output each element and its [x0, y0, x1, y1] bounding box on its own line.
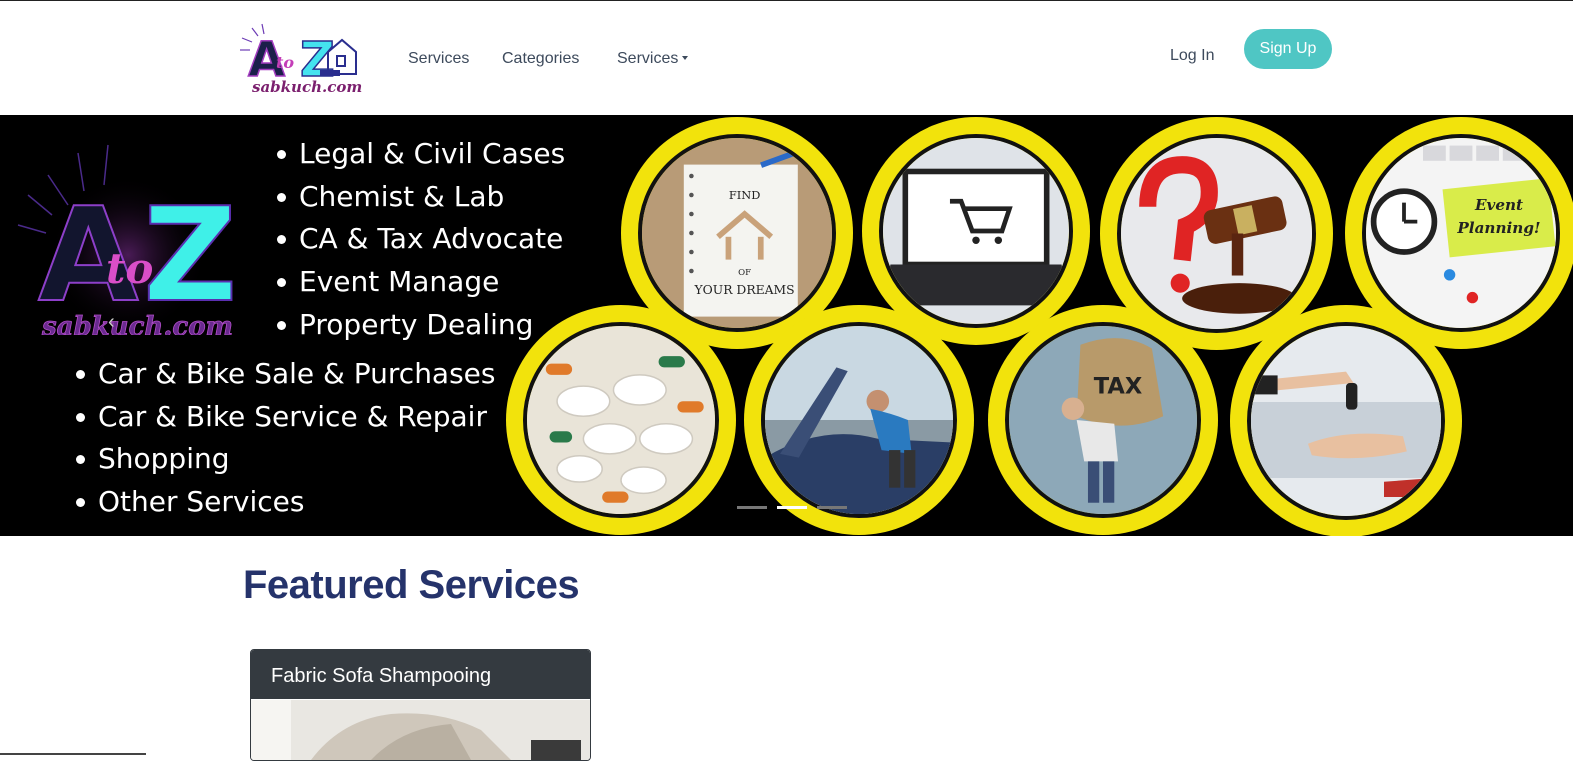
car-keys-image — [1251, 326, 1441, 516]
service-item: Legal & Civil Cases — [275, 133, 565, 176]
svg-text:Z: Z — [143, 179, 237, 331]
service-item: Shopping — [74, 438, 496, 481]
service-item: Event Manage — [275, 261, 565, 304]
site-logo[interactable]: A Z to sabkuch.com — [238, 22, 368, 96]
car-repair-image — [765, 326, 953, 514]
signup-button[interactable]: Sign Up — [1244, 29, 1332, 69]
svg-text:YOUR DREAMS: YOUR DREAMS — [694, 283, 795, 297]
featured-services-heading: Featured Services — [243, 563, 580, 607]
services-list-bottom: Car & Bike Sale & Purchases Car & Bike S… — [74, 353, 496, 524]
event-planning-image: Event Planning! — [1366, 138, 1556, 328]
service-item: Car & Bike Service & Repair — [74, 396, 496, 439]
chemist-image-circle — [506, 305, 736, 535]
hero-logo-image: A Z to sabkuch.com — [17, 144, 238, 335]
service-item: Property Dealing — [275, 304, 565, 347]
svg-text:sabkuch.com: sabkuch.com — [252, 78, 362, 96]
svg-text:OF: OF — [738, 268, 751, 278]
svg-text:to: to — [276, 53, 294, 72]
repair-image-circle — [744, 305, 974, 535]
divider — [0, 753, 146, 755]
notebook-image: FIND OF YOUR DREAMS — [642, 138, 832, 328]
service-card-title: Fabric Sofa Shampooing — [251, 650, 590, 699]
nav-services-dropdown-label: Services — [617, 50, 679, 67]
nav-categories-link[interactable]: Categories — [502, 50, 579, 68]
service-card-image — [251, 700, 590, 760]
svg-text:Event: Event — [1474, 196, 1523, 214]
caret-down-icon — [682, 56, 689, 60]
laptop-cart-image — [883, 138, 1069, 324]
service-item: Other Services — [74, 481, 496, 524]
service-item: CA & Tax Advocate — [275, 218, 565, 261]
nav-services-dropdown[interactable]: Services — [617, 50, 689, 68]
hero-carousel: A Z to sabkuch.com Legal & Civil Cases C… — [0, 115, 1573, 536]
svg-text:Planning!: Planning! — [1456, 219, 1540, 237]
services-list-top: Legal & Civil Cases Chemist & Lab CA & T… — [275, 133, 565, 347]
carousel-indicators — [737, 506, 847, 509]
service-item: Car & Bike Sale & Purchases — [74, 353, 496, 396]
service-card[interactable]: Fabric Sofa Shampooing — [250, 649, 591, 761]
tax-bag-image: TAX — [1009, 326, 1197, 514]
svg-text:sabkuch.com: sabkuch.com — [41, 312, 233, 335]
carousel-indicator-active[interactable] — [777, 506, 807, 509]
service-item: Chemist & Lab — [275, 176, 565, 219]
gavel-image — [1121, 138, 1312, 329]
svg-text:FIND: FIND — [729, 188, 761, 202]
navbar: A Z to sabkuch.com Services Categories S… — [0, 2, 1573, 114]
pills-image — [527, 326, 715, 514]
car-sale-image-circle — [1230, 305, 1462, 536]
carousel-indicator[interactable] — [737, 506, 767, 509]
carousel-prev-icon[interactable]: ‹ — [108, 311, 115, 334]
carousel-indicator[interactable] — [817, 506, 847, 509]
tax-image-circle: TAX — [988, 305, 1218, 535]
login-link[interactable]: Log In — [1170, 47, 1214, 65]
nav-services-link[interactable]: Services — [408, 50, 469, 68]
svg-text:to: to — [106, 244, 153, 293]
svg-text:TAX: TAX — [1094, 374, 1142, 400]
